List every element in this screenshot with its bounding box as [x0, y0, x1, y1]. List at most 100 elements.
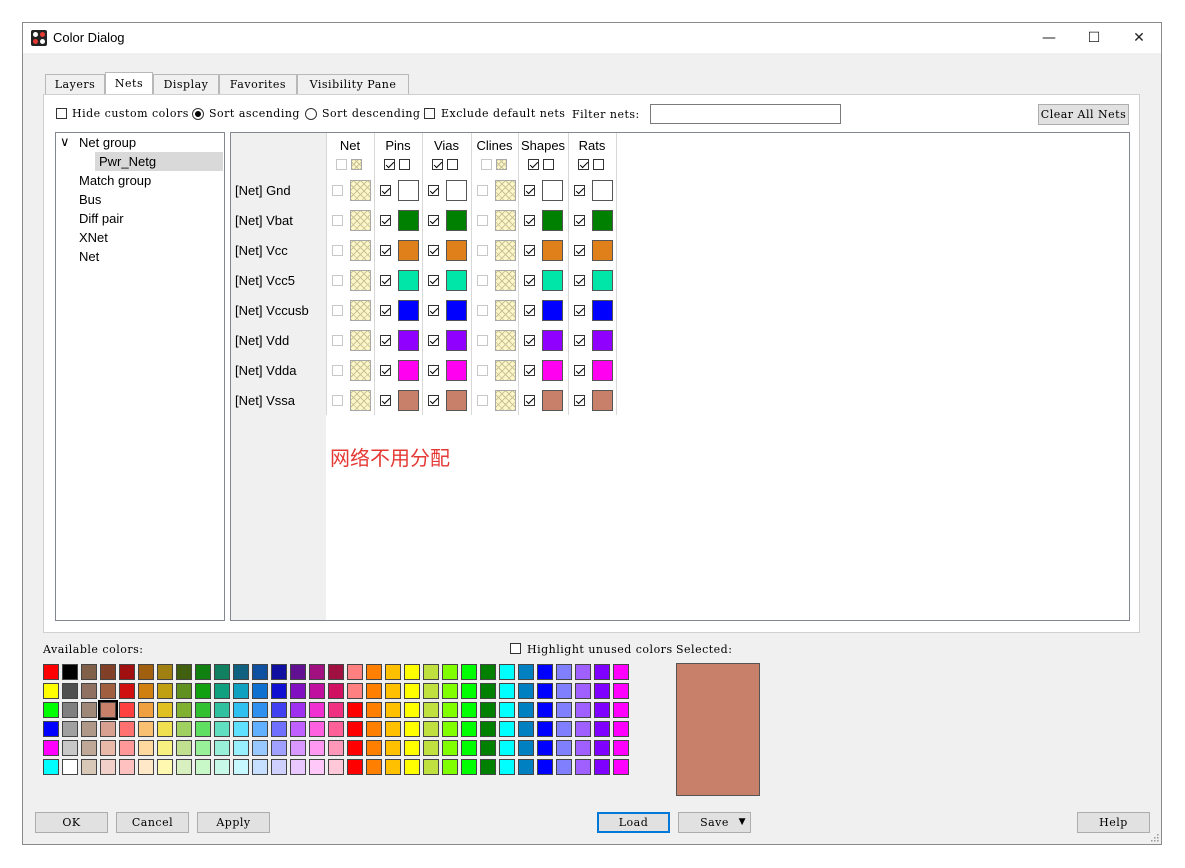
net-visible-checkbox[interactable]: [574, 275, 585, 286]
net-visible-checkbox[interactable]: [477, 365, 488, 376]
net-color-swatch[interactable]: [592, 210, 613, 231]
net-visible-checkbox[interactable]: [332, 395, 343, 406]
palette-color-swatch[interactable]: [271, 759, 287, 775]
net-row-label[interactable]: [Net] Vcc5: [235, 273, 295, 288]
net-visible-checkbox[interactable]: [380, 335, 391, 346]
clear-all-nets-button[interactable]: Clear All Nets: [1038, 104, 1129, 125]
palette-color-swatch[interactable]: [537, 683, 553, 699]
net-visible-checkbox[interactable]: [380, 395, 391, 406]
palette-color-swatch[interactable]: [556, 664, 572, 680]
resize-grip-icon[interactable]: [1149, 832, 1159, 842]
palette-color-swatch[interactable]: [404, 683, 420, 699]
tree-item-bus[interactable]: Bus: [79, 192, 101, 207]
palette-color-swatch[interactable]: [62, 721, 78, 737]
palette-color-swatch[interactable]: [423, 683, 439, 699]
net-color-swatch[interactable]: [446, 360, 467, 381]
palette-color-swatch[interactable]: [347, 759, 363, 775]
column-visible-checkbox-net[interactable]: [336, 159, 347, 170]
net-color-swatch[interactable]: [446, 270, 467, 291]
palette-color-swatch[interactable]: [347, 740, 363, 756]
palette-color-swatch[interactable]: [119, 683, 135, 699]
palette-color-swatch[interactable]: [404, 702, 420, 718]
palette-color-swatch[interactable]: [613, 721, 629, 737]
column-color-checkbox-vias[interactable]: [447, 159, 458, 170]
palette-color-swatch[interactable]: [537, 721, 553, 737]
tree-item-xnet[interactable]: XNet: [79, 230, 108, 245]
palette-color-swatch[interactable]: [347, 702, 363, 718]
palette-color-swatch[interactable]: [138, 721, 154, 737]
net-color-swatch[interactable]: [446, 240, 467, 261]
palette-color-swatch[interactable]: [98, 700, 118, 720]
help-button[interactable]: Help: [1077, 812, 1150, 833]
palette-color-swatch[interactable]: [442, 683, 458, 699]
net-color-swatch[interactable]: [542, 180, 563, 201]
ok-button[interactable]: OK: [35, 812, 108, 833]
net-color-swatch[interactable]: [446, 210, 467, 231]
net-visible-checkbox[interactable]: [380, 245, 391, 256]
palette-color-swatch[interactable]: [556, 702, 572, 718]
palette-color-swatch[interactable]: [43, 664, 59, 680]
net-visible-checkbox[interactable]: [428, 365, 439, 376]
net-visible-checkbox[interactable]: [332, 185, 343, 196]
palette-color-swatch[interactable]: [62, 740, 78, 756]
palette-color-swatch[interactable]: [499, 759, 515, 775]
maximize-button[interactable]: ☐: [1071, 23, 1117, 53]
palette-color-swatch[interactable]: [480, 683, 496, 699]
net-visible-checkbox[interactable]: [477, 305, 488, 316]
palette-color-swatch[interactable]: [613, 664, 629, 680]
palette-color-swatch[interactable]: [347, 721, 363, 737]
palette-color-swatch[interactable]: [366, 721, 382, 737]
net-color-swatch[interactable]: [592, 330, 613, 351]
column-visible-checkbox-rats[interactable]: [578, 159, 589, 170]
net-visible-checkbox[interactable]: [332, 365, 343, 376]
net-visible-checkbox[interactable]: [332, 335, 343, 346]
net-visible-checkbox[interactable]: [380, 185, 391, 196]
palette-color-swatch[interactable]: [81, 721, 97, 737]
palette-color-swatch[interactable]: [290, 683, 306, 699]
palette-color-swatch[interactable]: [366, 664, 382, 680]
palette-color-swatch[interactable]: [385, 740, 401, 756]
palette-color-swatch[interactable]: [157, 683, 173, 699]
palette-color-swatch[interactable]: [480, 721, 496, 737]
net-visible-checkbox[interactable]: [380, 275, 391, 286]
sort-descending-radio[interactable]: [305, 108, 317, 120]
tree-item-diff-pair[interactable]: Diff pair: [79, 211, 124, 226]
palette-color-swatch[interactable]: [309, 721, 325, 737]
palette-color-swatch[interactable]: [461, 664, 477, 680]
net-color-swatch[interactable]: [495, 390, 516, 411]
palette-color-swatch[interactable]: [385, 702, 401, 718]
net-visible-checkbox[interactable]: [524, 215, 535, 226]
net-visible-checkbox[interactable]: [477, 245, 488, 256]
palette-color-swatch[interactable]: [423, 740, 439, 756]
palette-color-swatch[interactable]: [328, 683, 344, 699]
palette-color-swatch[interactable]: [138, 664, 154, 680]
palette-color-swatch[interactable]: [309, 759, 325, 775]
net-row-label[interactable]: [Net] Vdd: [235, 333, 289, 348]
palette-color-swatch[interactable]: [138, 702, 154, 718]
net-color-swatch[interactable]: [542, 300, 563, 321]
palette-color-swatch[interactable]: [518, 664, 534, 680]
palette-color-swatch[interactable]: [157, 740, 173, 756]
net-row-label[interactable]: [Net] Vccusb: [235, 303, 309, 318]
palette-color-swatch[interactable]: [461, 683, 477, 699]
palette-color-swatch[interactable]: [214, 721, 230, 737]
palette-color-swatch[interactable]: [290, 721, 306, 737]
palette-color-swatch[interactable]: [195, 702, 211, 718]
net-color-swatch[interactable]: [542, 330, 563, 351]
net-visible-checkbox[interactable]: [428, 275, 439, 286]
net-visible-checkbox[interactable]: [574, 395, 585, 406]
palette-color-swatch[interactable]: [594, 702, 610, 718]
net-visible-checkbox[interactable]: [332, 275, 343, 286]
palette-color-swatch[interactable]: [309, 702, 325, 718]
palette-color-swatch[interactable]: [195, 740, 211, 756]
column-pattern-swatch-net[interactable]: [351, 159, 362, 170]
palette-color-swatch[interactable]: [195, 683, 211, 699]
palette-color-swatch[interactable]: [423, 702, 439, 718]
palette-color-swatch[interactable]: [442, 759, 458, 775]
palette-color-swatch[interactable]: [499, 721, 515, 737]
palette-color-swatch[interactable]: [62, 759, 78, 775]
sort-ascending-radio[interactable]: [192, 108, 204, 120]
net-color-swatch[interactable]: [398, 300, 419, 321]
tree-item-net[interactable]: Net: [79, 249, 99, 264]
net-color-swatch[interactable]: [495, 180, 516, 201]
